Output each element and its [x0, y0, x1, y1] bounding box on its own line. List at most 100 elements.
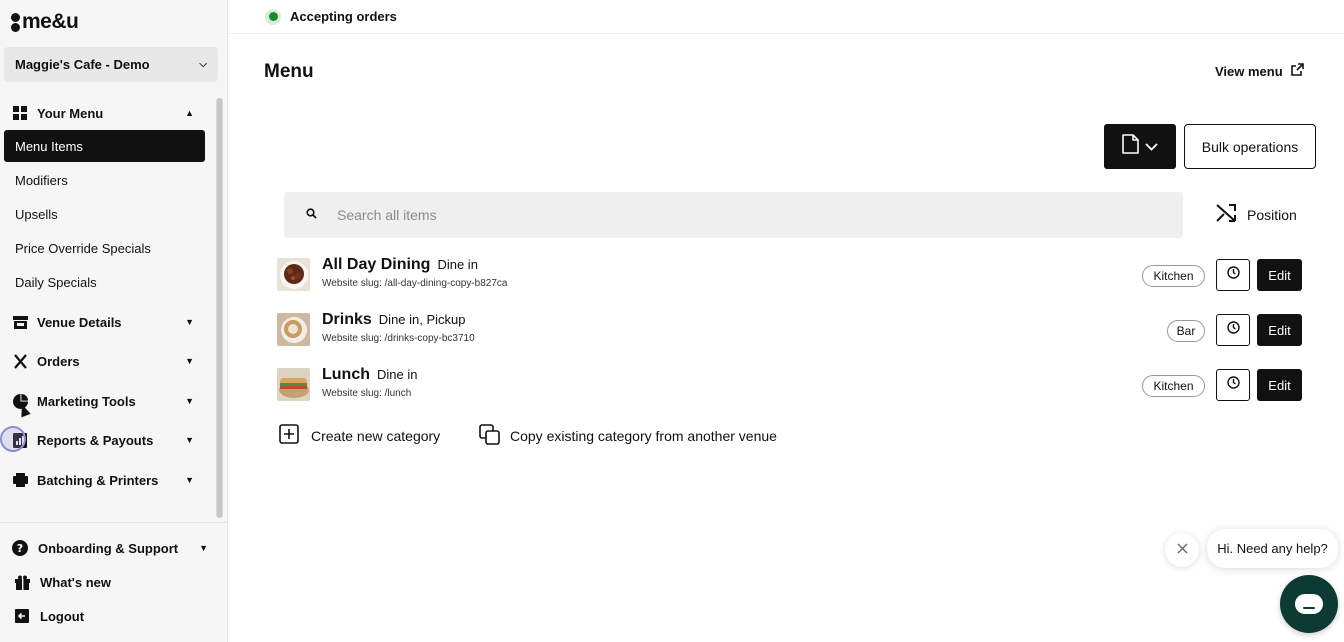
app: me&u Maggie's Cafe - Demo ⌵ Your Menu ▲ …: [0, 0, 1344, 642]
category-name: All Day Dining Dine in: [322, 256, 478, 274]
chat-launcher-button[interactable]: [1280, 575, 1338, 633]
sidebar-section-your-menu[interactable]: Your Menu ▲: [12, 102, 194, 124]
category-row-all-day-dining[interactable]: All Day Dining Dine in Website slug: /all…: [277, 256, 1302, 292]
sidebar-item-upsells[interactable]: Upsells: [4, 198, 205, 230]
sidebar-section-marketing-tools[interactable]: Marketing Tools ▼: [12, 390, 194, 412]
brand-logo[interactable]: me&u: [10, 10, 79, 34]
sidebar-item-label: Upsells: [15, 206, 58, 222]
category-row-drinks[interactable]: Drinks Dine in, Pickup Website slug: /dri…: [277, 311, 1302, 347]
venue-selector[interactable]: Maggie's Cafe - Demo ⌵: [4, 47, 218, 82]
schedule-button[interactable]: [1216, 259, 1250, 291]
sidebar-item-label: Modifiers: [15, 172, 68, 188]
edit-button[interactable]: Edit: [1257, 259, 1302, 291]
sidebar-item-label: Onboarding & Support: [38, 540, 179, 556]
search-input[interactable]: [337, 207, 937, 223]
svg-text:?: ?: [17, 542, 23, 555]
category-slug: Website slug: /lunch: [322, 388, 412, 399]
edit-button[interactable]: Edit: [1257, 369, 1302, 401]
chevron-down-icon: ▼: [185, 396, 194, 406]
sidebar-section-label: Orders: [37, 353, 80, 369]
shuffle-icon: [1215, 203, 1237, 226]
position-button[interactable]: Position: [1215, 203, 1297, 226]
chevron-down-icon: ⌵: [199, 59, 207, 70]
scrollbar-thumb[interactable]: [217, 98, 222, 518]
category-title: Drinks: [322, 311, 372, 328]
copy-icon: [479, 424, 500, 448]
help-icon: ?: [12, 540, 28, 556]
sidebar: me&u Maggie's Cafe - Demo ⌵ Your Menu ▲ …: [0, 0, 228, 642]
category-title: All Day Dining: [322, 256, 431, 273]
sidebar-item-label: Logout: [40, 608, 85, 624]
position-label: Position: [1247, 206, 1297, 223]
search-icon: [306, 206, 317, 224]
chevron-down-icon: ▼: [185, 435, 194, 445]
utensils-icon: [12, 353, 28, 369]
create-category-link[interactable]: Create new category: [279, 424, 440, 447]
grid-icon: [12, 105, 28, 121]
schedule-button[interactable]: [1216, 314, 1250, 346]
status-bar: Accepting orders: [229, 0, 1344, 34]
edit-button[interactable]: Edit: [1257, 314, 1302, 346]
sidebar-item-label: Price Override Specials: [15, 240, 151, 256]
status-indicator-icon: [265, 8, 281, 25]
sidebar-item-logout[interactable]: Logout: [14, 605, 210, 627]
clock-icon: [1226, 266, 1240, 284]
printer-tag: Bar: [1167, 320, 1205, 342]
schedule-button[interactable]: [1216, 369, 1250, 401]
bulk-operations-label: Bulk operations: [1201, 138, 1299, 155]
printer-tag: Kitchen: [1142, 375, 1205, 397]
gift-icon: [14, 574, 30, 590]
sidebar-item-whats-new[interactable]: What's new: [14, 571, 210, 593]
category-image: [277, 258, 310, 291]
sidebar-section-venue-details[interactable]: Venue Details ▼: [12, 311, 194, 333]
sidebar-section-label: Reports & Payouts: [37, 432, 154, 448]
clock-icon: [1226, 376, 1240, 394]
copy-category-label: Copy existing category from another venu…: [510, 428, 777, 444]
logo-mark-icon: [10, 11, 20, 33]
storefront-icon: [12, 314, 28, 330]
sidebar-section-label: Batching & Printers: [37, 472, 159, 488]
chevron-down-icon: [1145, 138, 1158, 156]
printer-icon: [12, 472, 28, 488]
category-slug: Website slug: /drinks-copy-bc3710: [322, 333, 475, 344]
sidebar-item-price-override-specials[interactable]: Price Override Specials: [4, 232, 205, 264]
view-menu-link[interactable]: View menu: [1215, 63, 1304, 79]
category-image: [277, 368, 310, 401]
chevron-down-icon: ▼: [185, 356, 194, 366]
sidebar-item-label: What's new: [40, 574, 111, 590]
document-menu-button[interactable]: [1104, 124, 1176, 169]
create-category-label: Create new category: [311, 427, 441, 444]
chat-dismiss-button[interactable]: [1165, 533, 1199, 567]
close-icon: [1177, 541, 1188, 559]
printer-tag: Kitchen: [1142, 265, 1205, 287]
sidebar-section-label: Your Menu: [37, 105, 104, 121]
sidebar-section-batching-printers[interactable]: Batching & Printers ▼: [12, 469, 194, 491]
sidebar-item-label: Daily Specials: [15, 274, 97, 290]
sidebar-item-label: Menu Items: [15, 138, 83, 154]
copy-category-link[interactable]: Copy existing category from another venu…: [479, 424, 777, 448]
logout-icon: [14, 608, 30, 624]
document-icon: [1122, 134, 1139, 159]
category-row-lunch[interactable]: Lunch Dine in Website slug: /lunch Kitche…: [277, 366, 1302, 402]
category-name: Lunch Dine in: [322, 366, 417, 384]
bulk-operations-button[interactable]: Bulk operations: [1184, 124, 1316, 169]
click-indicator: [0, 426, 26, 452]
sidebar-footer: ? Onboarding & Support ▼ What's new Logo…: [0, 522, 228, 642]
sidebar-nav: Your Menu ▲ Menu Items Modifiers Upsells…: [0, 96, 212, 516]
sidebar-section-reports-payouts[interactable]: Reports & Payouts ▼: [12, 429, 194, 451]
category-title: Lunch: [322, 366, 370, 383]
sidebar-section-orders[interactable]: Orders ▼: [12, 350, 194, 372]
chevron-down-icon: ▼: [185, 317, 194, 327]
chat-prompt-bubble[interactable]: Hi. Need any help?: [1207, 529, 1338, 568]
sidebar-item-onboarding-support[interactable]: ? Onboarding & Support ▼: [12, 537, 208, 559]
sidebar-item-menu-items[interactable]: Menu Items: [4, 130, 205, 162]
sidebar-item-daily-specials[interactable]: Daily Specials: [4, 266, 205, 298]
clock-icon: [1226, 321, 1240, 339]
page-title: Menu: [264, 61, 314, 82]
order-status-text: Accepting orders: [290, 9, 397, 24]
logo-text: me&u: [22, 10, 79, 33]
sidebar-item-modifiers[interactable]: Modifiers: [4, 164, 205, 196]
category-image: [277, 313, 310, 346]
view-menu-label: View menu: [1215, 63, 1283, 79]
sidebar-scrollbar[interactable]: [216, 98, 223, 518]
